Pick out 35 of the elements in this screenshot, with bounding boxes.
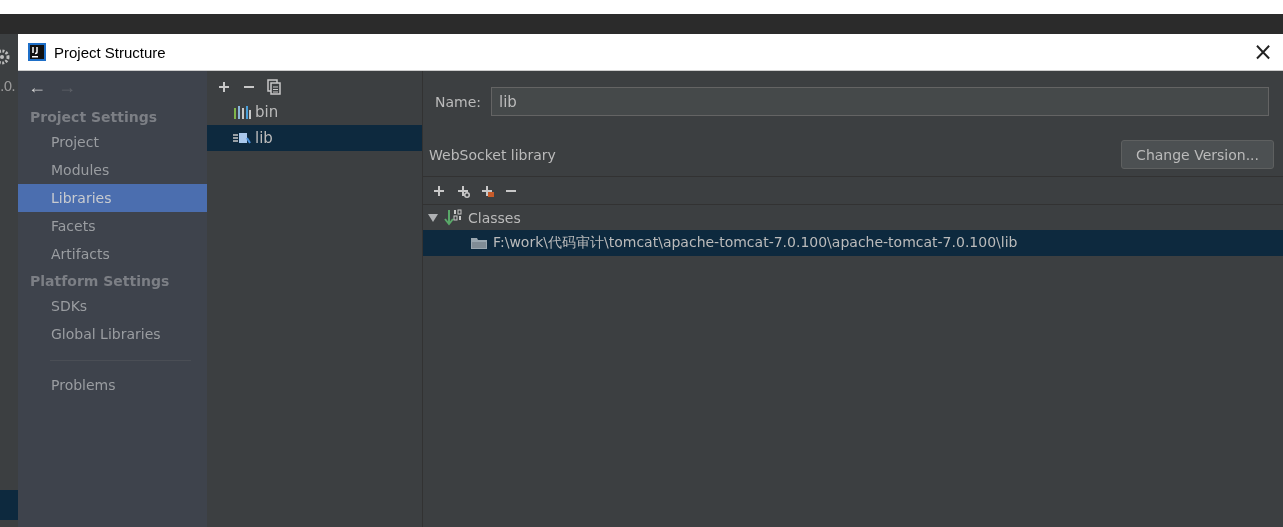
name-field[interactable]: lib bbox=[491, 87, 1269, 116]
add-icon[interactable] bbox=[217, 80, 231, 94]
library-item[interactable]: bin bbox=[207, 99, 422, 125]
sidebar-item[interactable]: Project bbox=[18, 128, 207, 156]
version-text: .0. bbox=[0, 78, 16, 94]
close-button[interactable]: × bbox=[1248, 40, 1277, 64]
add-icon[interactable] bbox=[432, 184, 446, 198]
field-label: Name: bbox=[435, 93, 482, 110]
copy-icon[interactable] bbox=[267, 79, 281, 95]
sidebar-item[interactable]: Global Libraries bbox=[18, 320, 207, 348]
sidebar-item[interactable]: Facets bbox=[18, 212, 207, 240]
add-folder-icon[interactable] bbox=[480, 184, 494, 198]
change-version-button[interactable]: Change Version... bbox=[1121, 140, 1274, 169]
add-url-icon[interactable] bbox=[456, 184, 470, 198]
tree-node[interactable]: Classes bbox=[468, 210, 521, 226]
window-title: Project Structure bbox=[54, 43, 166, 61]
bars-icon bbox=[233, 105, 251, 119]
expanded-arrow-icon[interactable] bbox=[428, 213, 438, 223]
section-header: Platform Settings bbox=[29, 272, 171, 291]
back-button[interactable]: ← bbox=[26, 77, 48, 98]
selected-row bbox=[0, 490, 18, 520]
section-header: Project Settings bbox=[29, 108, 159, 127]
sidebar-item[interactable]: Modules bbox=[18, 156, 207, 184]
tree-item[interactable]: F:\work\代码审计\tomcat\apache-tomcat-7.0.100\apache-tomcat-7.0.100\lib bbox=[423, 230, 1283, 256]
sidebar-item[interactable]: Artifacts bbox=[18, 240, 207, 268]
sidebar-item[interactable]: SDKs bbox=[18, 292, 207, 320]
library-item[interactable]: lib bbox=[207, 125, 422, 151]
classes-icon bbox=[444, 209, 462, 227]
folder-icon bbox=[471, 237, 487, 249]
gear-icon[interactable] bbox=[0, 49, 10, 65]
sidebar-item[interactable]: Libraries bbox=[18, 184, 207, 212]
sidebar-item[interactable]: Problems bbox=[18, 371, 207, 399]
library-type-label: WebSocket library bbox=[429, 146, 556, 163]
app-icon bbox=[28, 43, 46, 61]
jar-icon bbox=[233, 131, 251, 145]
